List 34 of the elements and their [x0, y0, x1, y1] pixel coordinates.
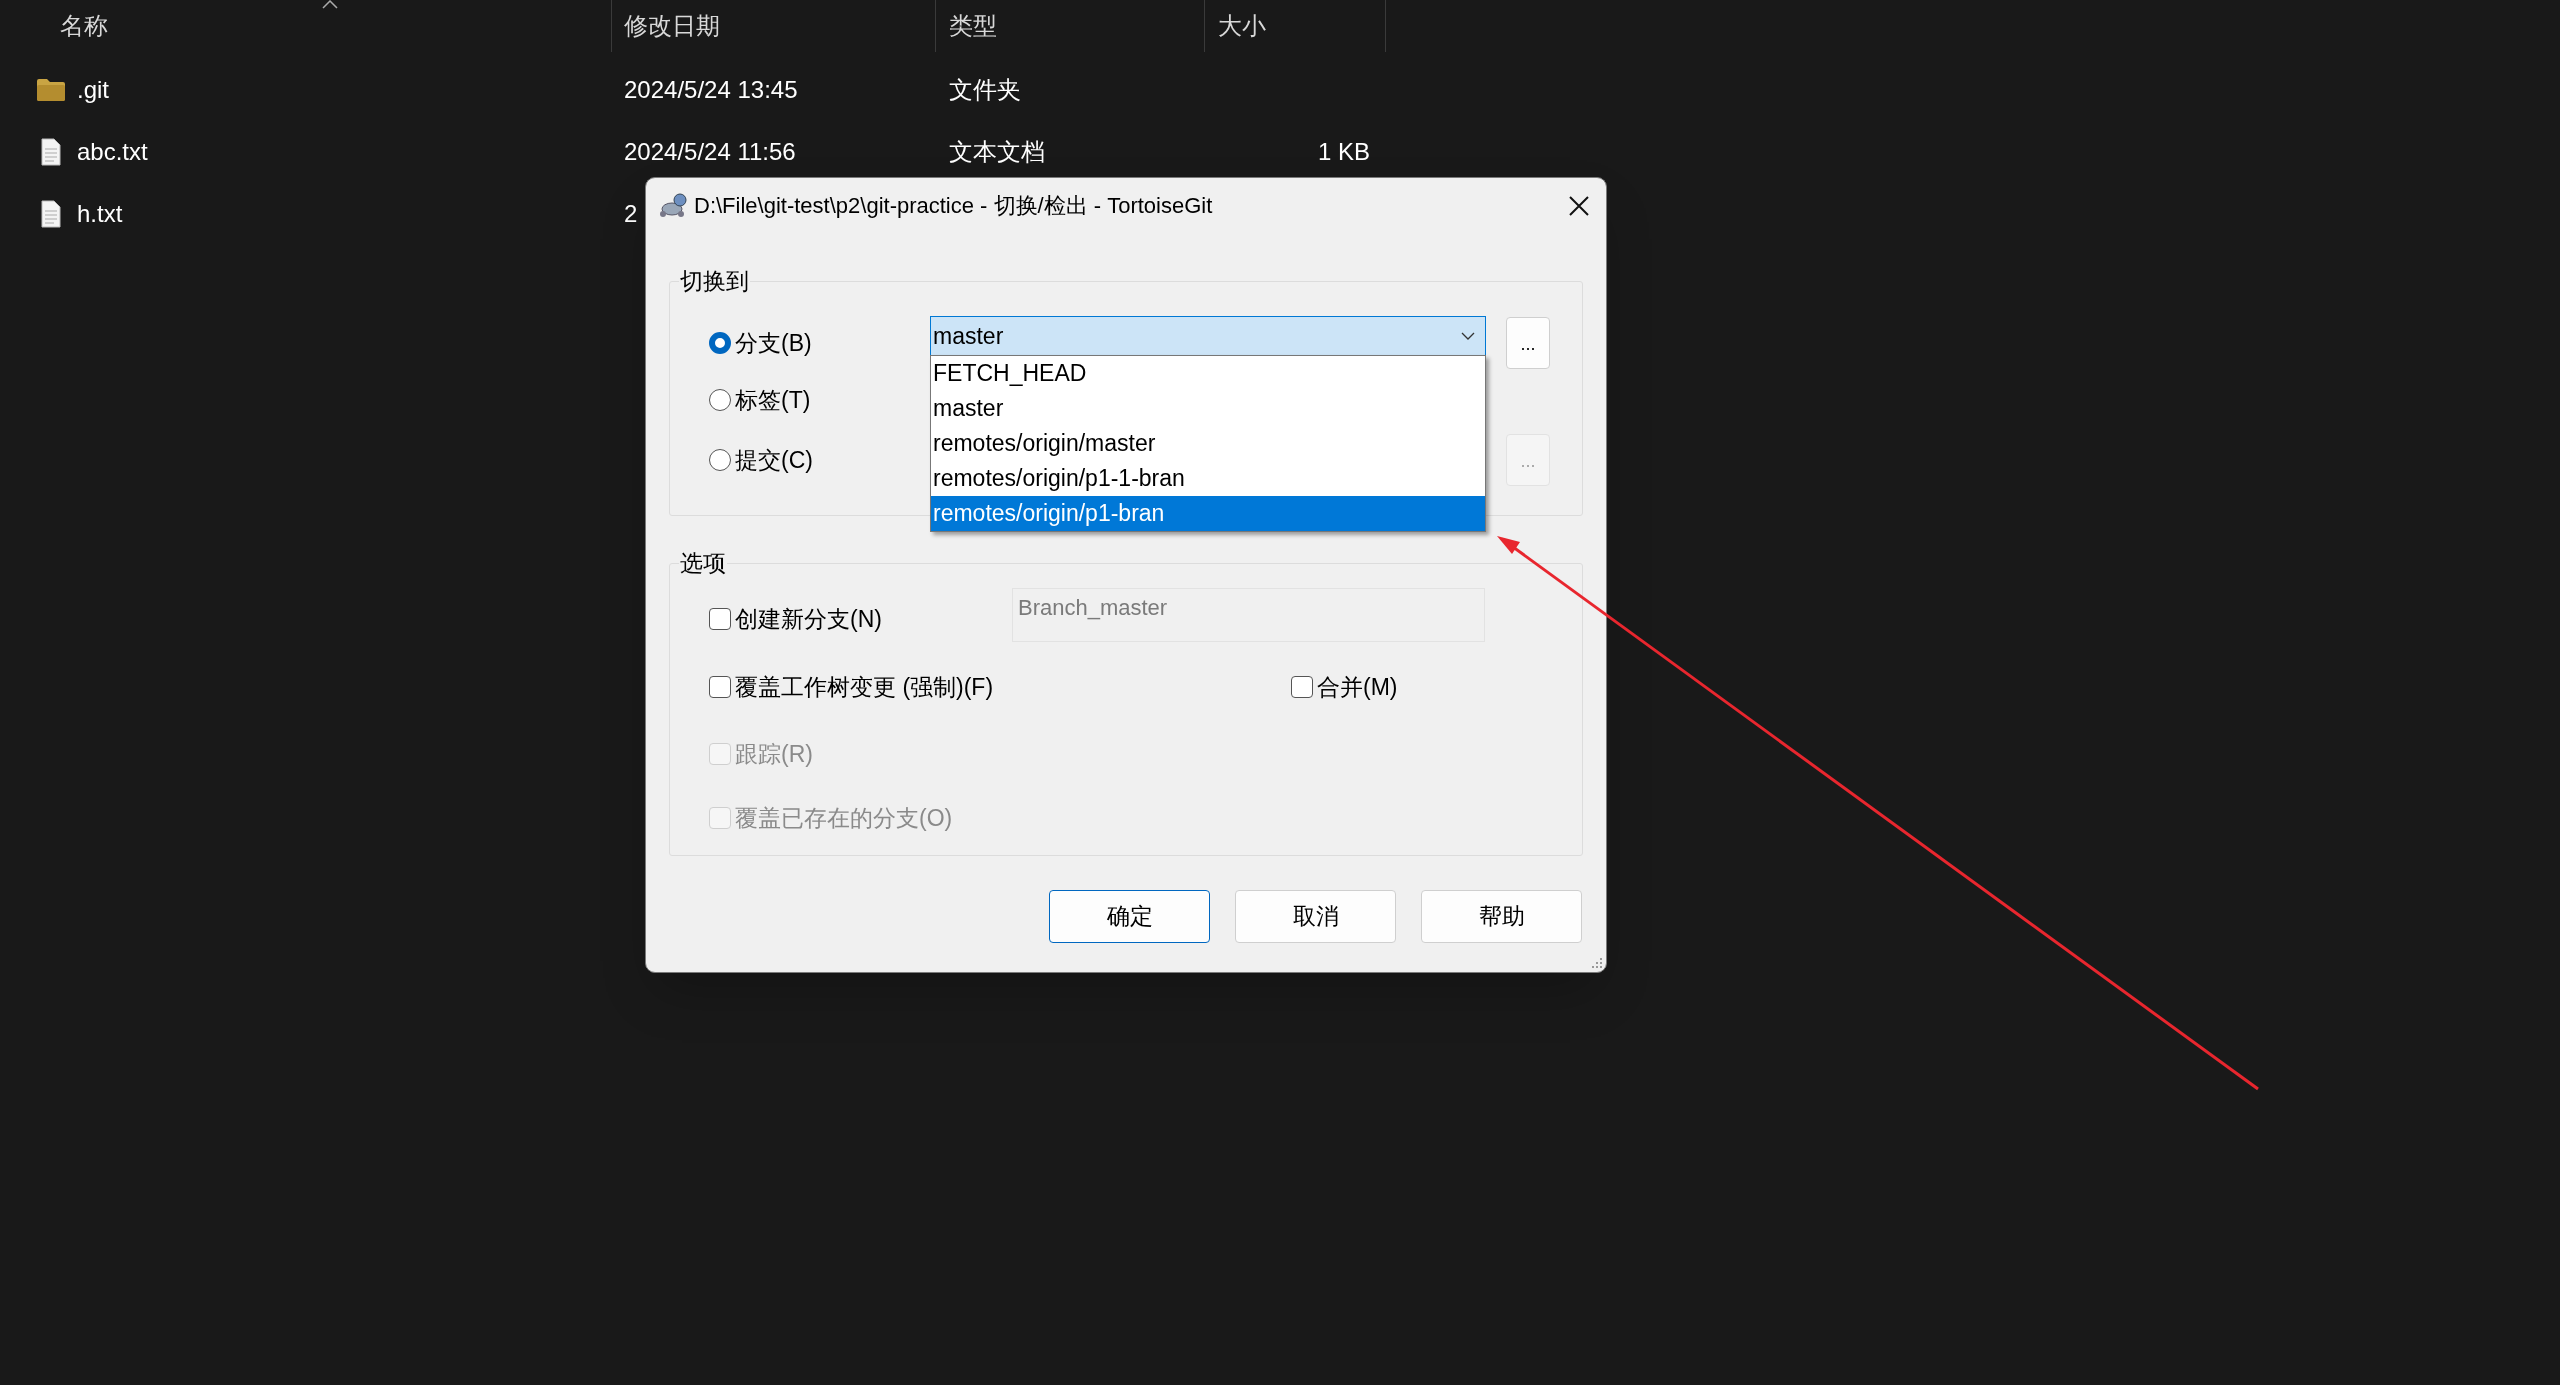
dialog-button[interactable]: 帮助	[1421, 890, 1582, 943]
checkbox[interactable]: 创建新分支(N)	[709, 601, 1012, 637]
dropdown-item[interactable]: remotes/origin/master	[931, 426, 1485, 461]
dialog-button[interactable]: 取消	[1235, 890, 1396, 943]
turtle-icon	[658, 192, 688, 219]
chevron-down-icon	[1461, 332, 1475, 340]
checkbox[interactable]: 合并(M)	[1291, 669, 1398, 705]
window-title: D:\File\git-test\p2\git-practice - 切换/检出 - TortoiseGit	[694, 192, 1214, 220]
radio-button[interactable]: 标签(T)	[709, 382, 811, 418]
dropdown-item[interactable]: FETCH_HEAD	[931, 356, 1485, 391]
column-header[interactable]: 修改日期	[612, 0, 936, 52]
dropdown-item[interactable]: remotes/origin/p1-bran	[931, 496, 1485, 531]
resize-grip-icon[interactable]	[1591, 957, 1603, 969]
file-type: 文件夹	[949, 76, 1021, 103]
sort-up-icon	[322, 0, 338, 9]
dropdown-item[interactable]: master	[931, 391, 1485, 426]
radio-button[interactable]: 分支(B)	[709, 325, 812, 361]
file-name[interactable]: .git	[77, 72, 109, 108]
date-modified: 2	[624, 200, 638, 227]
dialog-button[interactable]: 确定	[1049, 890, 1210, 943]
column-header[interactable]: 名称	[0, 0, 612, 52]
browse-button[interactable]: ...	[1506, 317, 1550, 369]
file-name[interactable]: h.txt	[77, 196, 123, 232]
dropdown-item[interactable]: remotes/origin/p1-1-bran	[931, 461, 1485, 496]
file-size: 1 KB	[1317, 137, 1370, 167]
column-header[interactable]: 类型	[936, 0, 1205, 52]
checkbox[interactable]: 覆盖工作树变更 (强制)(F)	[709, 669, 1291, 705]
column-header[interactable]: 大小	[1205, 0, 1386, 52]
file-type: 文本文档	[949, 138, 1045, 165]
date-modified: 2024/5/24 11:56	[624, 138, 796, 165]
radio-button[interactable]: 提交(C)	[709, 442, 813, 478]
folder-icon	[37, 79, 65, 101]
date-modified: 2024/5/24 13:45	[624, 76, 798, 103]
file-name[interactable]: abc.txt	[77, 134, 148, 170]
